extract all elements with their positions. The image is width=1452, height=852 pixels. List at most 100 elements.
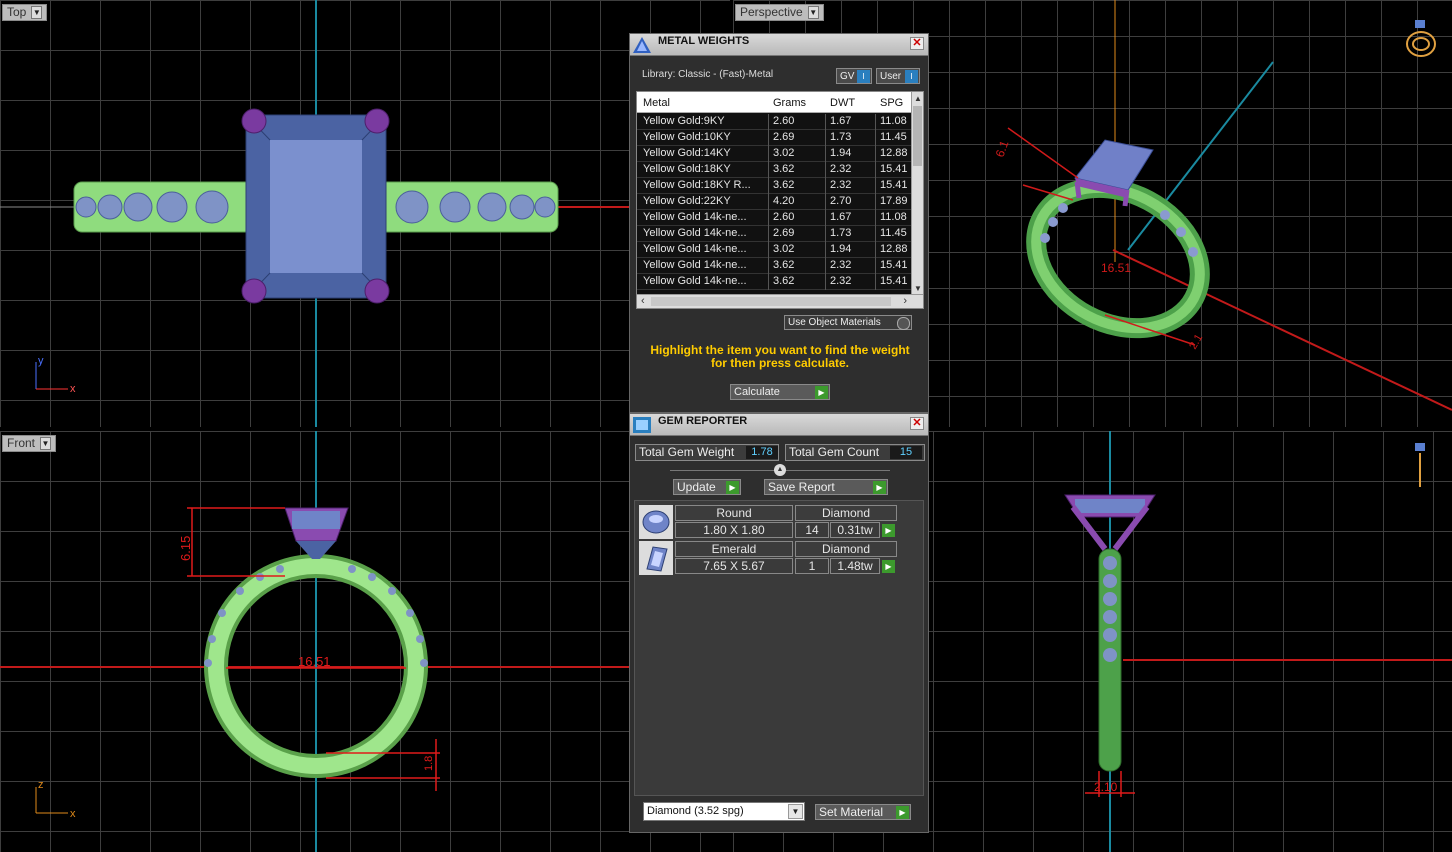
axis-x-label: x	[70, 383, 76, 395]
chevron-down-icon: ▼	[40, 437, 52, 450]
dim-diameter-label: 16.51	[298, 654, 331, 669]
viewport-menu-perspective[interactable]: Perspective ▼	[735, 4, 824, 21]
scroll-up-icon[interactable]: ▲	[914, 94, 922, 103]
panel-title: GEM REPORTER	[658, 415, 748, 427]
column-divider	[825, 226, 826, 242]
metal-weights-icon	[633, 37, 651, 53]
total-gem-weight-value: 1.78	[746, 446, 778, 459]
column-divider	[875, 162, 876, 178]
grams-value: 3.02	[773, 243, 795, 255]
chevron-down-icon: ▼	[31, 6, 43, 19]
update-button[interactable]: Update ▶	[673, 479, 741, 495]
grams-value: 2.60	[773, 211, 795, 223]
scroll-down-icon[interactable]: ▼	[914, 284, 922, 293]
metal-name: Yellow Gold:14KY	[643, 147, 731, 159]
column-divider	[875, 146, 876, 162]
gem-reporter-icon	[633, 417, 651, 433]
chevron-down-icon[interactable]: ▼	[788, 804, 803, 819]
library-label: Library: Classic - (Fast)-Metal	[642, 69, 774, 80]
table-row[interactable]: Yellow Gold 14k-ne... 2.60 1.67 11.08	[637, 210, 913, 226]
viewport-menu-front[interactable]: Front ▼	[2, 435, 57, 452]
column-header-dwt[interactable]: DWT	[830, 97, 855, 109]
gem-weight: 0.31tw	[830, 522, 880, 538]
save-report-button[interactable]: Save Report ▶	[764, 479, 888, 495]
table-row[interactable]: Yellow Gold 14k-ne... 3.62 2.32 15.41	[637, 274, 913, 290]
horizontal-scrollbar[interactable]: ‹ ›	[637, 294, 923, 308]
material-select[interactable]: Diamond (3.52 spg) ▼	[643, 802, 805, 821]
set-material-button[interactable]: Set Material ▶	[815, 804, 911, 820]
collapse-icon[interactable]: ▲	[774, 464, 786, 476]
ring-view-icon	[1406, 20, 1436, 57]
column-divider	[825, 274, 826, 290]
set-material-label: Set Material	[819, 805, 884, 819]
column-header-metal[interactable]: Metal	[643, 97, 670, 109]
top-viewport[interactable]: y x Top ▼	[0, 0, 730, 427]
update-label: Update	[677, 480, 716, 494]
vertical-scrollbar[interactable]: ▲ ▼	[911, 92, 923, 295]
column-divider	[825, 210, 826, 226]
gem-count: 1	[795, 558, 829, 574]
column-divider	[875, 210, 876, 226]
gem-weight: 1.48tw	[830, 558, 880, 574]
table-row[interactable]: Yellow Gold 14k-ne... 3.02 1.94 12.88	[637, 242, 913, 258]
table-row[interactable]: Yellow Gold:9KY 2.60 1.67 11.08	[637, 114, 913, 130]
grams-value: 3.62	[773, 179, 795, 191]
axis-z-label: z	[38, 779, 44, 791]
top-view-scene: y x	[0, 0, 730, 427]
gem-row[interactable]: Emerald Diamond 7.65 X 5.67 1 1.48tw ▶	[639, 541, 901, 575]
gem-row[interactable]: Round Diamond 1.80 X 1.80 14 0.31tw ▶	[639, 505, 901, 539]
scroll-left-icon[interactable]: ‹	[641, 295, 645, 307]
close-icon[interactable]: ✕	[910, 417, 924, 430]
gem-count: 14	[795, 522, 829, 538]
metal-name: Yellow Gold 14k-ne...	[643, 259, 747, 271]
grams-value: 3.62	[773, 275, 795, 287]
column-divider	[875, 242, 876, 258]
grams-value: 2.69	[773, 227, 795, 239]
table-row[interactable]: Yellow Gold:18KY 3.62 2.32 15.41	[637, 162, 913, 178]
grams-value: 2.60	[773, 115, 795, 127]
metal-weights-titlebar[interactable]: METAL WEIGHTS ✕	[630, 34, 928, 56]
scroll-right-icon[interactable]: ›	[903, 295, 907, 307]
table-row[interactable]: Yellow Gold:14KY 3.02 1.94 12.88	[637, 146, 913, 162]
save-report-label: Save Report	[768, 480, 835, 494]
close-icon[interactable]: ✕	[910, 37, 924, 50]
column-divider	[768, 226, 769, 242]
gem-size: 7.65 X 5.67	[675, 558, 793, 574]
viewport-menu-top[interactable]: Top ▼	[2, 4, 48, 21]
user-toggle[interactable]: User I	[876, 68, 920, 84]
column-header-spg[interactable]: SPG	[880, 97, 903, 109]
play-icon[interactable]: ▶	[882, 524, 895, 537]
gv-toggle[interactable]: GV I	[836, 68, 872, 84]
front-viewport[interactable]: 6.15 16.51 1.8 z x Front ▼	[0, 431, 730, 852]
total-gem-count-text: Total Gem Count	[789, 445, 880, 459]
column-divider	[825, 114, 826, 130]
gem-shape: Emerald	[675, 541, 793, 557]
scroll-thumb[interactable]	[651, 297, 891, 306]
play-icon[interactable]: ▶	[882, 560, 895, 573]
scroll-thumb[interactable]	[913, 106, 922, 166]
column-divider	[875, 114, 876, 130]
table-row[interactable]: Yellow Gold:18KY R... 3.62 2.32 15.41	[637, 178, 913, 194]
gem-reporter-titlebar[interactable]: GEM REPORTER ✕	[630, 414, 928, 436]
calculate-button[interactable]: Calculate ▶	[730, 384, 830, 400]
toggle-icon: I	[857, 70, 870, 83]
dim-height-label: 6.15	[178, 536, 193, 561]
column-divider	[875, 226, 876, 242]
table-row[interactable]: Yellow Gold 14k-ne... 2.69 1.73 11.45	[637, 226, 913, 242]
column-divider	[875, 274, 876, 290]
table-row[interactable]: Yellow Gold:10KY 2.69 1.73 11.45	[637, 130, 913, 146]
gem-list: Round Diamond 1.80 X 1.80 14 0.31tw ▶ Em…	[634, 500, 924, 796]
gem-size: 1.80 X 1.80	[675, 522, 793, 538]
column-header-grams[interactable]: Grams	[773, 97, 806, 109]
grams-value: 4.20	[773, 195, 795, 207]
emerald-gem-icon	[639, 541, 673, 575]
use-object-materials-checkbox[interactable]: Use Object Materials	[784, 315, 912, 330]
dim-width-label: 2.10	[1094, 780, 1118, 794]
dim-width-label: 2.1	[1187, 332, 1205, 351]
table-row[interactable]: Yellow Gold 14k-ne... 3.62 2.32 15.41	[637, 258, 913, 274]
table-row[interactable]: Yellow Gold:22KY 4.20 2.70 17.89	[637, 194, 913, 210]
chevron-down-icon: ▼	[807, 6, 819, 19]
column-divider	[768, 114, 769, 130]
column-divider	[768, 146, 769, 162]
column-divider	[768, 242, 769, 258]
